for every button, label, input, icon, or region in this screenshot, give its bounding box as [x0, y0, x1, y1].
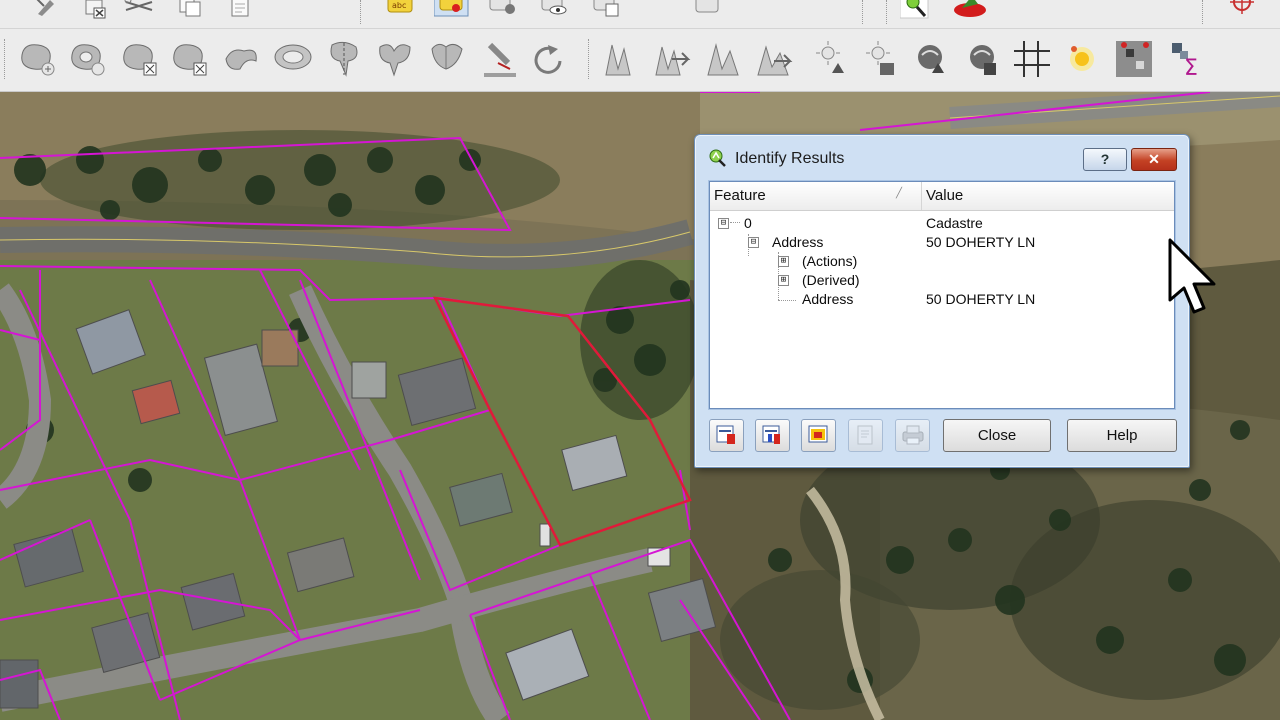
paste-feature-icon[interactable] [228, 0, 254, 18]
tree-row[interactable]: Address 50 DOHERTY LN [710, 290, 1174, 309]
row-value: 50 DOHERTY LN [926, 234, 1036, 250]
change-label-icon[interactable] [694, 0, 724, 18]
grid-icon[interactable] [1012, 39, 1052, 79]
results-tree[interactable]: Feature ╱ Value ⊟ 0 Cadastre ⊟ Address 5… [709, 181, 1175, 409]
tree-row[interactable]: ⊟ Address 50 DOHERTY LN [710, 233, 1174, 252]
row-feature: 0 [744, 215, 752, 231]
simplify-icon[interactable] [604, 39, 638, 79]
measure-angle-icon[interactable] [756, 39, 796, 79]
identify-results-dialog: Identify Results ? ✕ Feature ╱ Value ⊟ 0… [694, 134, 1190, 468]
titlebar-close-button[interactable]: ✕ [1131, 148, 1177, 171]
print-icon [902, 425, 924, 445]
collapse-icon[interactable]: ⊟ [718, 218, 729, 229]
tree-header: Feature ╱ Value [710, 182, 1174, 211]
expand-new-feature-icon [716, 425, 735, 444]
toolbar-separator [862, 0, 866, 24]
cut-icon[interactable] [122, 0, 156, 18]
copy-feature-icon[interactable] [178, 0, 204, 18]
toolbar-top: abc [0, 0, 1280, 29]
row-value: Cadastre [926, 215, 983, 231]
dialog-titlebar[interactable]: Identify Results ? ✕ [695, 135, 1189, 175]
copy-attributes-icon [808, 425, 828, 443]
toolbar-separator [588, 39, 592, 79]
crosshair-icon[interactable] [1226, 0, 1258, 18]
toolbar-separator [1202, 0, 1206, 24]
dialog-button-bar: Close Help [709, 419, 1177, 455]
toolbar-separator [360, 0, 364, 24]
reshape-icon[interactable] [222, 43, 262, 77]
column-header-value[interactable]: Value [922, 182, 1172, 210]
merge-features-icon[interactable] [428, 39, 466, 79]
add-ring-icon[interactable] [18, 41, 58, 79]
statistics-icon[interactable] [1116, 39, 1154, 79]
help-button[interactable]: Help [1067, 419, 1177, 452]
show-hide-label-icon[interactable] [488, 0, 518, 18]
rotate-point-icon[interactable] [530, 43, 568, 77]
identify-icon [709, 149, 726, 167]
interpolate-icon[interactable] [810, 39, 850, 79]
expand-all-button[interactable] [755, 419, 790, 452]
rotate-label-icon[interactable] [592, 0, 622, 18]
toolbar-handle [4, 39, 8, 79]
row-feature: (Actions) [802, 253, 858, 269]
move-label-icon[interactable] [540, 0, 570, 18]
svg-text:abc: abc [392, 1, 406, 10]
tree-row[interactable]: ⊟ 0 Cadastre [710, 214, 1174, 233]
row-feature: (Derived) [802, 272, 860, 288]
python-plugin-icon[interactable] [952, 0, 988, 20]
svg-text:Σ: Σ [1184, 56, 1198, 79]
dialog-title: Identify Results [735, 150, 845, 167]
expand-new-feature-button[interactable] [709, 419, 744, 452]
measure-icon[interactable] [654, 39, 694, 79]
mouse-pointer-icon [1168, 238, 1216, 314]
merge-attributes-icon[interactable] [480, 39, 520, 81]
map-tips-icon[interactable] [910, 39, 950, 79]
measure-area-icon[interactable] [706, 39, 742, 79]
copy-button[interactable] [848, 419, 883, 452]
raster-calc-icon[interactable] [860, 39, 900, 79]
toolbar-advanced-editing: Σ [0, 29, 1280, 92]
tree-row[interactable]: ⊞ (Actions) [710, 252, 1174, 271]
gps-icon[interactable] [962, 39, 1002, 79]
column-header-feature[interactable]: Feature [710, 182, 922, 210]
pin-label-icon[interactable] [434, 0, 470, 18]
sort-arrow-icon: ╱ [896, 188, 903, 199]
delete-selected-icon[interactable] [84, 0, 108, 20]
row-feature: Address [802, 291, 854, 307]
identify-icon[interactable] [900, 0, 930, 20]
edit-pencil-icon[interactable] [34, 0, 58, 18]
expand-icon[interactable]: ⊞ [778, 275, 789, 286]
offset-curve-icon[interactable] [272, 41, 314, 75]
sum-icon[interactable]: Σ [1168, 39, 1206, 79]
tree-row[interactable]: ⊞ (Derived) [710, 271, 1174, 290]
row-value: 50 DOHERTY LN [926, 291, 1036, 307]
collapse-icon[interactable]: ⊟ [748, 237, 759, 248]
toolbar-separator [886, 0, 890, 24]
expand-icon[interactable]: ⊞ [778, 256, 789, 267]
titlebar-help-button[interactable]: ? [1083, 148, 1127, 171]
highlight-icon[interactable] [1064, 41, 1100, 77]
label-tool-icon[interactable]: abc [386, 0, 416, 16]
close-button[interactable]: Close [943, 419, 1051, 452]
row-feature: Address [772, 234, 824, 250]
print-button[interactable] [895, 419, 930, 452]
delete-ring-icon[interactable] [120, 41, 160, 79]
copy-attributes-button[interactable] [801, 419, 836, 452]
add-part-icon[interactable] [68, 41, 108, 79]
split-features-icon[interactable] [326, 39, 362, 79]
expand-all-icon [762, 425, 780, 444]
split-parts-icon[interactable] [376, 39, 414, 79]
delete-part-icon[interactable] [170, 41, 210, 79]
copy-icon [857, 425, 873, 445]
